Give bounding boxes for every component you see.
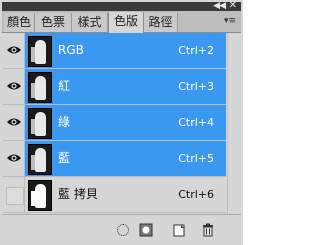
visibility-empty-box — [6, 187, 24, 205]
channel-name: 綠 — [58, 115, 71, 129]
channel-thumbnail — [28, 108, 52, 139]
channel-shortcut: Ctrl+5 — [178, 152, 214, 165]
channel-thumbnail — [28, 180, 52, 211]
visibility-toggle[interactable] — [3, 69, 25, 104]
channel-row-rgb[interactable]: RGB Ctrl+2 — [3, 33, 226, 69]
channel-name: 紅 — [58, 79, 71, 93]
channel-shortcut: Ctrl+6 — [178, 188, 214, 201]
tab-swatches[interactable]: 色票 — [35, 13, 72, 32]
channel-thumbnail — [28, 144, 52, 175]
visibility-toggle[interactable] — [3, 141, 25, 176]
channel-content: 藍 Ctrl+5 — [25, 141, 226, 176]
channel-list: RGB Ctrl+2 紅 Ctrl+3 綠 Ctrl+4 藍 Ctrl+5 藍 … — [3, 33, 226, 213]
new-channel-icon[interactable] — [172, 222, 186, 237]
channel-shortcut: Ctrl+4 — [178, 116, 214, 129]
tab-color[interactable]: 顏色 — [4, 13, 35, 32]
panel-bottom-bar — [2, 214, 241, 244]
tab-styles[interactable]: 樣式 — [72, 13, 108, 32]
channel-row-blue-copy[interactable]: 藍 拷貝 Ctrl+6 — [3, 177, 226, 213]
channel-content: RGB Ctrl+2 — [25, 33, 226, 68]
scrollbar[interactable] — [227, 33, 240, 213]
eye-icon — [7, 46, 21, 54]
channel-name: RGB — [58, 43, 84, 57]
tab-paths[interactable]: 路徑 — [144, 13, 178, 32]
channel-content: 紅 Ctrl+3 — [25, 69, 226, 104]
channel-thumbnail — [28, 72, 52, 103]
panel-titlebar: ◀◀ ✕ — [2, 0, 241, 11]
tab-bar: 顏色 色票 樣式 色版 路徑 ▾≡ — [2, 11, 241, 33]
eye-icon — [7, 154, 21, 162]
channel-name: 藍 — [58, 151, 71, 165]
delete-channel-icon[interactable] — [201, 222, 215, 237]
channel-row-green[interactable]: 綠 Ctrl+4 — [3, 105, 226, 141]
visibility-toggle[interactable] — [3, 105, 25, 140]
eye-icon — [7, 118, 21, 126]
panel-menu-icon[interactable]: ▾≡ — [223, 15, 237, 27]
channel-shortcut: Ctrl+2 — [178, 44, 214, 57]
channel-name: 藍 拷貝 — [58, 187, 98, 201]
channel-row-blue[interactable]: 藍 Ctrl+5 — [3, 141, 226, 177]
channel-shortcut: Ctrl+3 — [178, 80, 214, 93]
channel-thumbnail — [28, 36, 52, 67]
tab-channels[interactable]: 色版 — [108, 12, 144, 33]
channel-row-red[interactable]: 紅 Ctrl+3 — [3, 69, 226, 105]
visibility-toggle[interactable] — [3, 33, 25, 68]
save-selection-mask-icon[interactable] — [139, 222, 153, 237]
visibility-toggle[interactable] — [3, 177, 25, 212]
eye-icon — [7, 82, 21, 90]
load-selection-icon[interactable] — [115, 222, 129, 236]
channels-panel: ◀◀ ✕ 顏色 色票 樣式 色版 路徑 ▾≡ RGB Ctrl+2 紅 Ctrl… — [0, 0, 243, 245]
channel-content: 綠 Ctrl+4 — [25, 105, 226, 140]
channel-content: 藍 拷貝 Ctrl+6 — [25, 177, 226, 212]
